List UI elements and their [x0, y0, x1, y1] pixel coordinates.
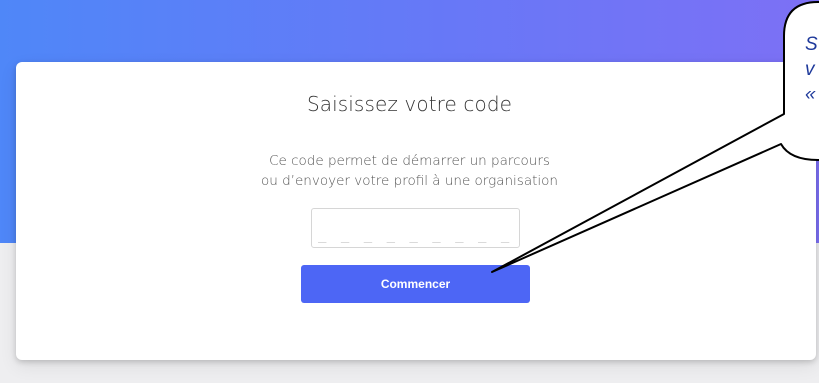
start-button[interactable]: Commencer: [301, 265, 530, 303]
callout-text: S v «: [805, 32, 819, 107]
description-line-2: ou d’envoyer votre profil à une organisa…: [261, 173, 558, 189]
callout-line-3: «: [805, 84, 816, 105]
code-input[interactable]: _ _ _ _ _ _ _ _ _: [311, 208, 520, 248]
page-title: Saisissez votre code: [306, 92, 513, 116]
description-line-1: Ce code permet de démarrer un parcours: [269, 153, 550, 169]
callout-line-1: S: [805, 34, 818, 55]
callout-line-2: v: [805, 59, 815, 80]
